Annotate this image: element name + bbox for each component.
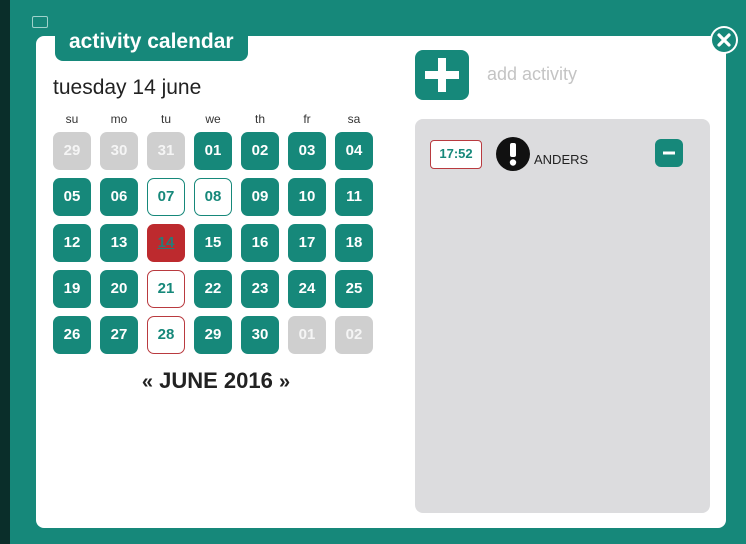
calendar-day[interactable]: 05 bbox=[53, 178, 91, 216]
calendar-day[interactable]: 23 bbox=[241, 270, 279, 308]
calendar-day[interactable]: 27 bbox=[100, 316, 138, 354]
calendar-day[interactable]: 25 bbox=[335, 270, 373, 308]
calendar-day[interactable]: 04 bbox=[335, 132, 373, 170]
calendar-day[interactable]: 18 bbox=[335, 224, 373, 262]
calendar-day[interactable]: 26 bbox=[53, 316, 91, 354]
calendar-day[interactable]: 28 bbox=[147, 316, 185, 354]
weekday-header: su mo tu we th fr sa bbox=[53, 112, 379, 126]
calendar-day[interactable]: 24 bbox=[288, 270, 326, 308]
activity-name: ANDERS bbox=[534, 152, 589, 167]
calendar-day[interactable]: 10 bbox=[288, 178, 326, 216]
weekday-label: tu bbox=[160, 112, 171, 126]
calendar-day[interactable]: 01 bbox=[194, 132, 232, 170]
calendar-day[interactable]: 30 bbox=[241, 316, 279, 354]
activity-time[interactable]: 17:52 bbox=[430, 140, 482, 169]
month-navigator: « JUNE 2016 » bbox=[53, 368, 379, 394]
add-activity-label[interactable]: add activity bbox=[487, 64, 577, 85]
calendar-day[interactable]: 29 bbox=[194, 316, 232, 354]
cast-icon[interactable] bbox=[32, 16, 48, 28]
calendar-day[interactable]: 22 bbox=[194, 270, 232, 308]
calendar-day[interactable]: 17 bbox=[288, 224, 326, 262]
calendar-day[interactable]: 16 bbox=[241, 224, 279, 262]
calendar-day[interactable]: 21 bbox=[147, 270, 185, 308]
calendar-day[interactable]: 30 bbox=[100, 132, 138, 170]
calendar-day[interactable]: 08 bbox=[194, 178, 232, 216]
page-title: activity calendar bbox=[55, 24, 248, 61]
activity-list bbox=[415, 119, 710, 513]
weekday-label: su bbox=[65, 112, 79, 126]
calendar-day[interactable]: 02 bbox=[335, 316, 373, 354]
selected-date-heading: tuesday 14 june bbox=[53, 76, 202, 99]
month-label: JUNE 2016 bbox=[159, 368, 273, 393]
exclamation-icon bbox=[496, 137, 530, 171]
calendar-day[interactable]: 09 bbox=[241, 178, 279, 216]
prev-month-button[interactable]: « bbox=[142, 371, 153, 393]
weekday-label: sa bbox=[347, 112, 361, 126]
calendar-day[interactable]: 15 bbox=[194, 224, 232, 262]
calendar-day[interactable]: 13 bbox=[100, 224, 138, 262]
calendar-day[interactable]: 19 bbox=[53, 270, 91, 308]
next-month-button[interactable]: » bbox=[279, 371, 290, 393]
calendar-day[interactable]: 12 bbox=[53, 224, 91, 262]
calendar-day[interactable]: 14 bbox=[147, 224, 185, 262]
calendar-day[interactable]: 03 bbox=[288, 132, 326, 170]
weekday-label: mo bbox=[110, 112, 128, 126]
add-activity-button[interactable] bbox=[415, 50, 469, 100]
calendar-day[interactable]: 11 bbox=[335, 178, 373, 216]
plus-icon bbox=[425, 58, 459, 92]
calendar-day[interactable]: 06 bbox=[100, 178, 138, 216]
close-button[interactable] bbox=[710, 26, 738, 54]
calendar-day[interactable]: 31 bbox=[147, 132, 185, 170]
calendar-day[interactable]: 01 bbox=[288, 316, 326, 354]
remove-activity-button[interactable] bbox=[655, 139, 683, 167]
window-edge bbox=[0, 0, 10, 544]
close-icon bbox=[712, 28, 736, 52]
weekday-label: fr bbox=[303, 112, 311, 126]
calendar-day[interactable]: 20 bbox=[100, 270, 138, 308]
calendar-day[interactable]: 29 bbox=[53, 132, 91, 170]
calendar-day[interactable]: 02 bbox=[241, 132, 279, 170]
calendar-day[interactable]: 07 bbox=[147, 178, 185, 216]
minus-icon bbox=[663, 151, 675, 155]
weekday-label: we bbox=[205, 112, 221, 126]
calendar-grid: 29 30 31 01 02 03 04 05 06 07 08 09 10 11 12 13 14 15 16 17… bbox=[53, 132, 379, 354]
weekday-label: th bbox=[254, 112, 265, 126]
